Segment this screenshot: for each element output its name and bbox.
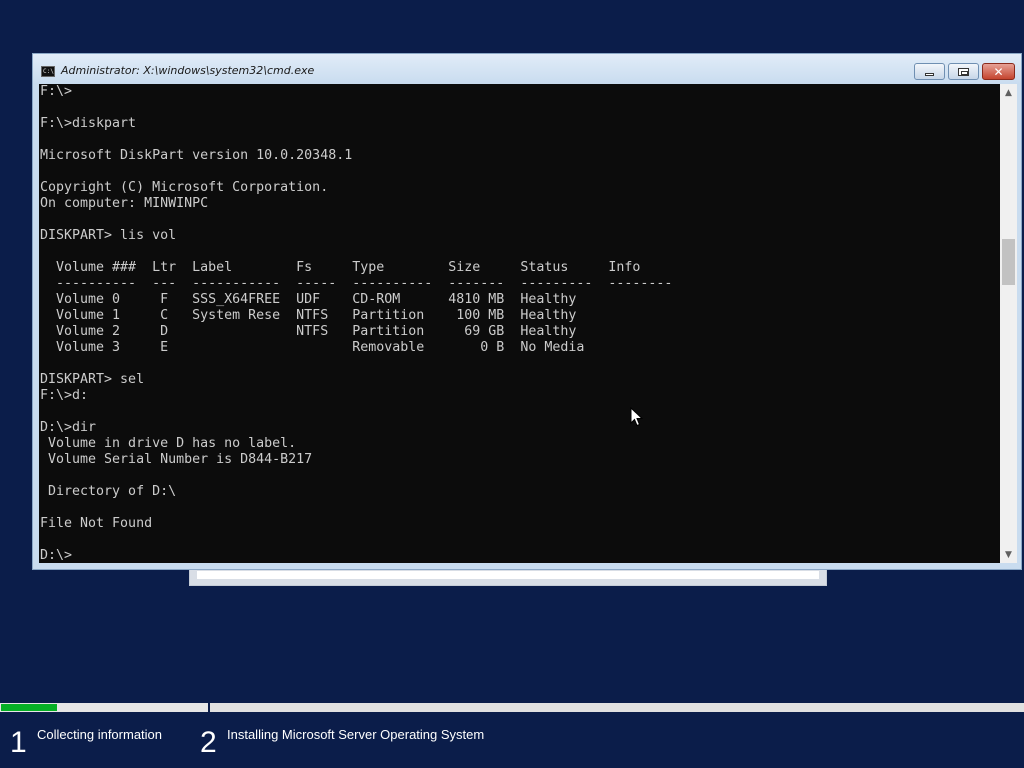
progress-fill: [1, 704, 57, 711]
titlebar[interactable]: C:\ Administrator: X:\windows\system32\c…: [33, 54, 1021, 84]
mouse-pointer-icon: [630, 407, 644, 427]
step-label: Collecting information: [37, 727, 163, 742]
desktop: C:\ Administrator: X:\windows\system32\c…: [0, 0, 1024, 768]
scroll-up-arrow-icon[interactable]: ▲: [1000, 84, 1017, 101]
maximize-button[interactable]: [948, 63, 979, 80]
cmd-icon: C:\: [41, 66, 55, 77]
setup-progress-track: [0, 703, 1024, 712]
minimize-icon: [925, 73, 934, 76]
progress-segment-collecting: [0, 703, 208, 712]
step-number: 1: [10, 726, 27, 759]
close-icon: ✕: [993, 64, 1004, 79]
step-number: 2: [200, 726, 217, 759]
step-label: Installing Microsoft Server Operating Sy…: [227, 727, 485, 742]
console-output: F:\> F:\>diskpart Microsoft DiskPart ver…: [40, 84, 673, 563]
vertical-scrollbar[interactable]: ▲ ▼: [1000, 84, 1017, 563]
window-title: Administrator: X:\windows\system32\cmd.e…: [61, 64, 315, 77]
progress-separator: [208, 703, 210, 712]
minimize-button[interactable]: [914, 63, 945, 80]
console-area[interactable]: F:\> F:\>diskpart Microsoft DiskPart ver…: [39, 84, 1000, 563]
scroll-down-arrow-icon[interactable]: ▼: [1000, 546, 1017, 563]
close-button[interactable]: ✕: [982, 63, 1015, 80]
setup-dialog-inner: [197, 571, 819, 579]
restore-icon: [958, 67, 969, 76]
scroll-thumb[interactable]: [1002, 239, 1015, 285]
cmd-window[interactable]: C:\ Administrator: X:\windows\system32\c…: [32, 53, 1022, 570]
